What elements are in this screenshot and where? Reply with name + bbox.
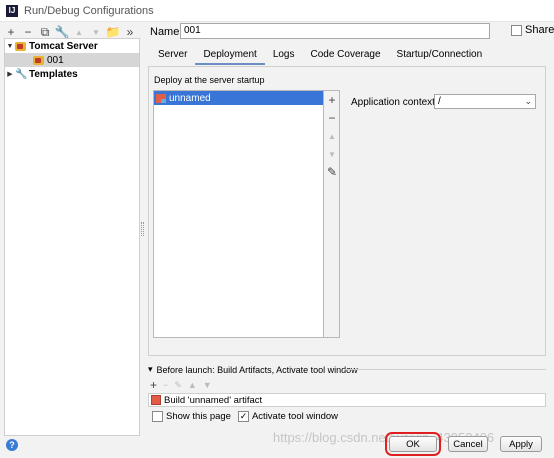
application-context-select[interactable]: / ⌄ — [434, 94, 536, 109]
share-label: Share — [525, 24, 554, 36]
before-launch-task[interactable]: Build 'unnamed' artifact — [148, 393, 546, 407]
before-launch-toolbar: + − ✎ ▲ ▼ — [150, 378, 212, 392]
deploy-list: unnamed — [153, 90, 324, 338]
tree-item-label: Templates — [29, 68, 78, 80]
tomcat-icon — [15, 41, 26, 51]
collapse-arrow-icon[interactable]: ▾ — [148, 364, 153, 375]
share-option[interactable]: Share — [511, 24, 554, 36]
copy-icon[interactable]: ⧉ — [38, 25, 52, 39]
application-context-label: Application context: — [351, 97, 438, 108]
tree-item-label: Tomcat Server — [29, 40, 98, 52]
activate-tool-window-checkbox[interactable]: ✓ — [237, 411, 249, 422]
tab-deployment[interactable]: Deployment — [195, 45, 265, 65]
deploy-group-title: Deploy at the server startup — [154, 75, 265, 85]
more-icon[interactable]: » — [123, 25, 137, 39]
arrow-up-icon[interactable]: ▲ — [72, 25, 86, 39]
cancel-button[interactable]: Cancel — [448, 436, 488, 452]
build-artifact-icon — [151, 395, 161, 405]
share-checkbox[interactable] — [511, 24, 522, 36]
wrench-icon: 🔧 — [15, 68, 28, 80]
tab-logs[interactable]: Logs — [265, 45, 303, 65]
chevron-down-icon[interactable]: ▼ — [5, 43, 15, 50]
tomcat-icon — [33, 55, 44, 65]
tab-code-coverage[interactable]: Code Coverage — [303, 45, 389, 65]
plus-icon[interactable]: + — [150, 378, 157, 392]
tree-item-templates[interactable]: ▶ 🔧 Templates — [5, 67, 139, 81]
wrench-icon[interactable]: 🔧 — [55, 25, 70, 39]
arrow-down-icon[interactable]: ▼ — [324, 145, 340, 163]
ok-button[interactable]: OK — [385, 432, 441, 456]
list-item-unnamed[interactable]: unnamed — [154, 91, 323, 105]
minus-icon[interactable]: − — [324, 109, 340, 127]
before-launch-header[interactable]: ▾ Before launch: Build Artifacts, Activa… — [148, 364, 358, 375]
minus-icon[interactable]: − — [21, 25, 35, 39]
arrow-down-icon[interactable]: ▼ — [203, 380, 212, 390]
tree-item-label: 001 — [47, 54, 64, 66]
plus-icon[interactable]: + — [4, 25, 18, 39]
show-page-checkbox[interactable] — [152, 411, 163, 422]
pencil-icon[interactable]: ✎ — [324, 163, 340, 181]
before-launch-options: Show this page ✓ Activate tool window — [152, 411, 338, 422]
plus-icon[interactable]: + — [324, 91, 340, 109]
config-tree: ▼ Tomcat Server 001 ▶ 🔧 Templates — [4, 38, 140, 436]
name-label: Name: — [150, 26, 183, 38]
chevron-right-icon[interactable]: ▶ — [5, 70, 15, 78]
window-title: Run/Debug Configurations — [24, 4, 154, 17]
arrow-down-icon[interactable]: ▼ — [89, 25, 103, 39]
divider — [344, 369, 546, 370]
tab-server[interactable]: Server — [150, 45, 195, 65]
folder-icon[interactable]: 📁 — [106, 25, 121, 39]
arrow-up-icon[interactable]: ▲ — [188, 380, 197, 390]
tree-item-001[interactable]: 001 — [5, 53, 139, 67]
tab-bar: Server Deployment Logs Code Coverage Sta… — [150, 45, 490, 65]
tab-startup-connection[interactable]: Startup/Connection — [389, 45, 491, 65]
list-item-label: unnamed — [169, 92, 211, 104]
tree-item-tomcat-server[interactable]: ▼ Tomcat Server — [5, 39, 139, 53]
arrow-up-icon[interactable]: ▲ — [324, 127, 340, 145]
help-icon[interactable]: ? — [6, 439, 18, 451]
chevron-down-icon: ⌄ — [524, 96, 532, 106]
activate-tool-window-label: Activate tool window — [251, 411, 339, 422]
minus-icon[interactable]: − — [163, 380, 168, 390]
intellij-app-icon: IJ — [6, 4, 18, 17]
pencil-icon[interactable]: ✎ — [174, 380, 182, 391]
apply-button[interactable]: Apply — [500, 436, 542, 452]
deploy-list-toolbar: + − ▲ ▼ ✎ — [324, 90, 340, 338]
show-page-label: Show this page — [166, 411, 231, 422]
title-bar: IJ Run/Debug Configurations — [0, 0, 554, 22]
application-context-value: / — [438, 96, 441, 107]
artifact-icon — [156, 93, 166, 103]
name-field[interactable]: 001 — [180, 23, 490, 39]
before-launch-title: Before launch: Build Artifacts, Activate… — [156, 364, 358, 375]
splitter-handle[interactable] — [141, 222, 144, 236]
task-label: Build 'unnamed' artifact — [164, 394, 263, 406]
